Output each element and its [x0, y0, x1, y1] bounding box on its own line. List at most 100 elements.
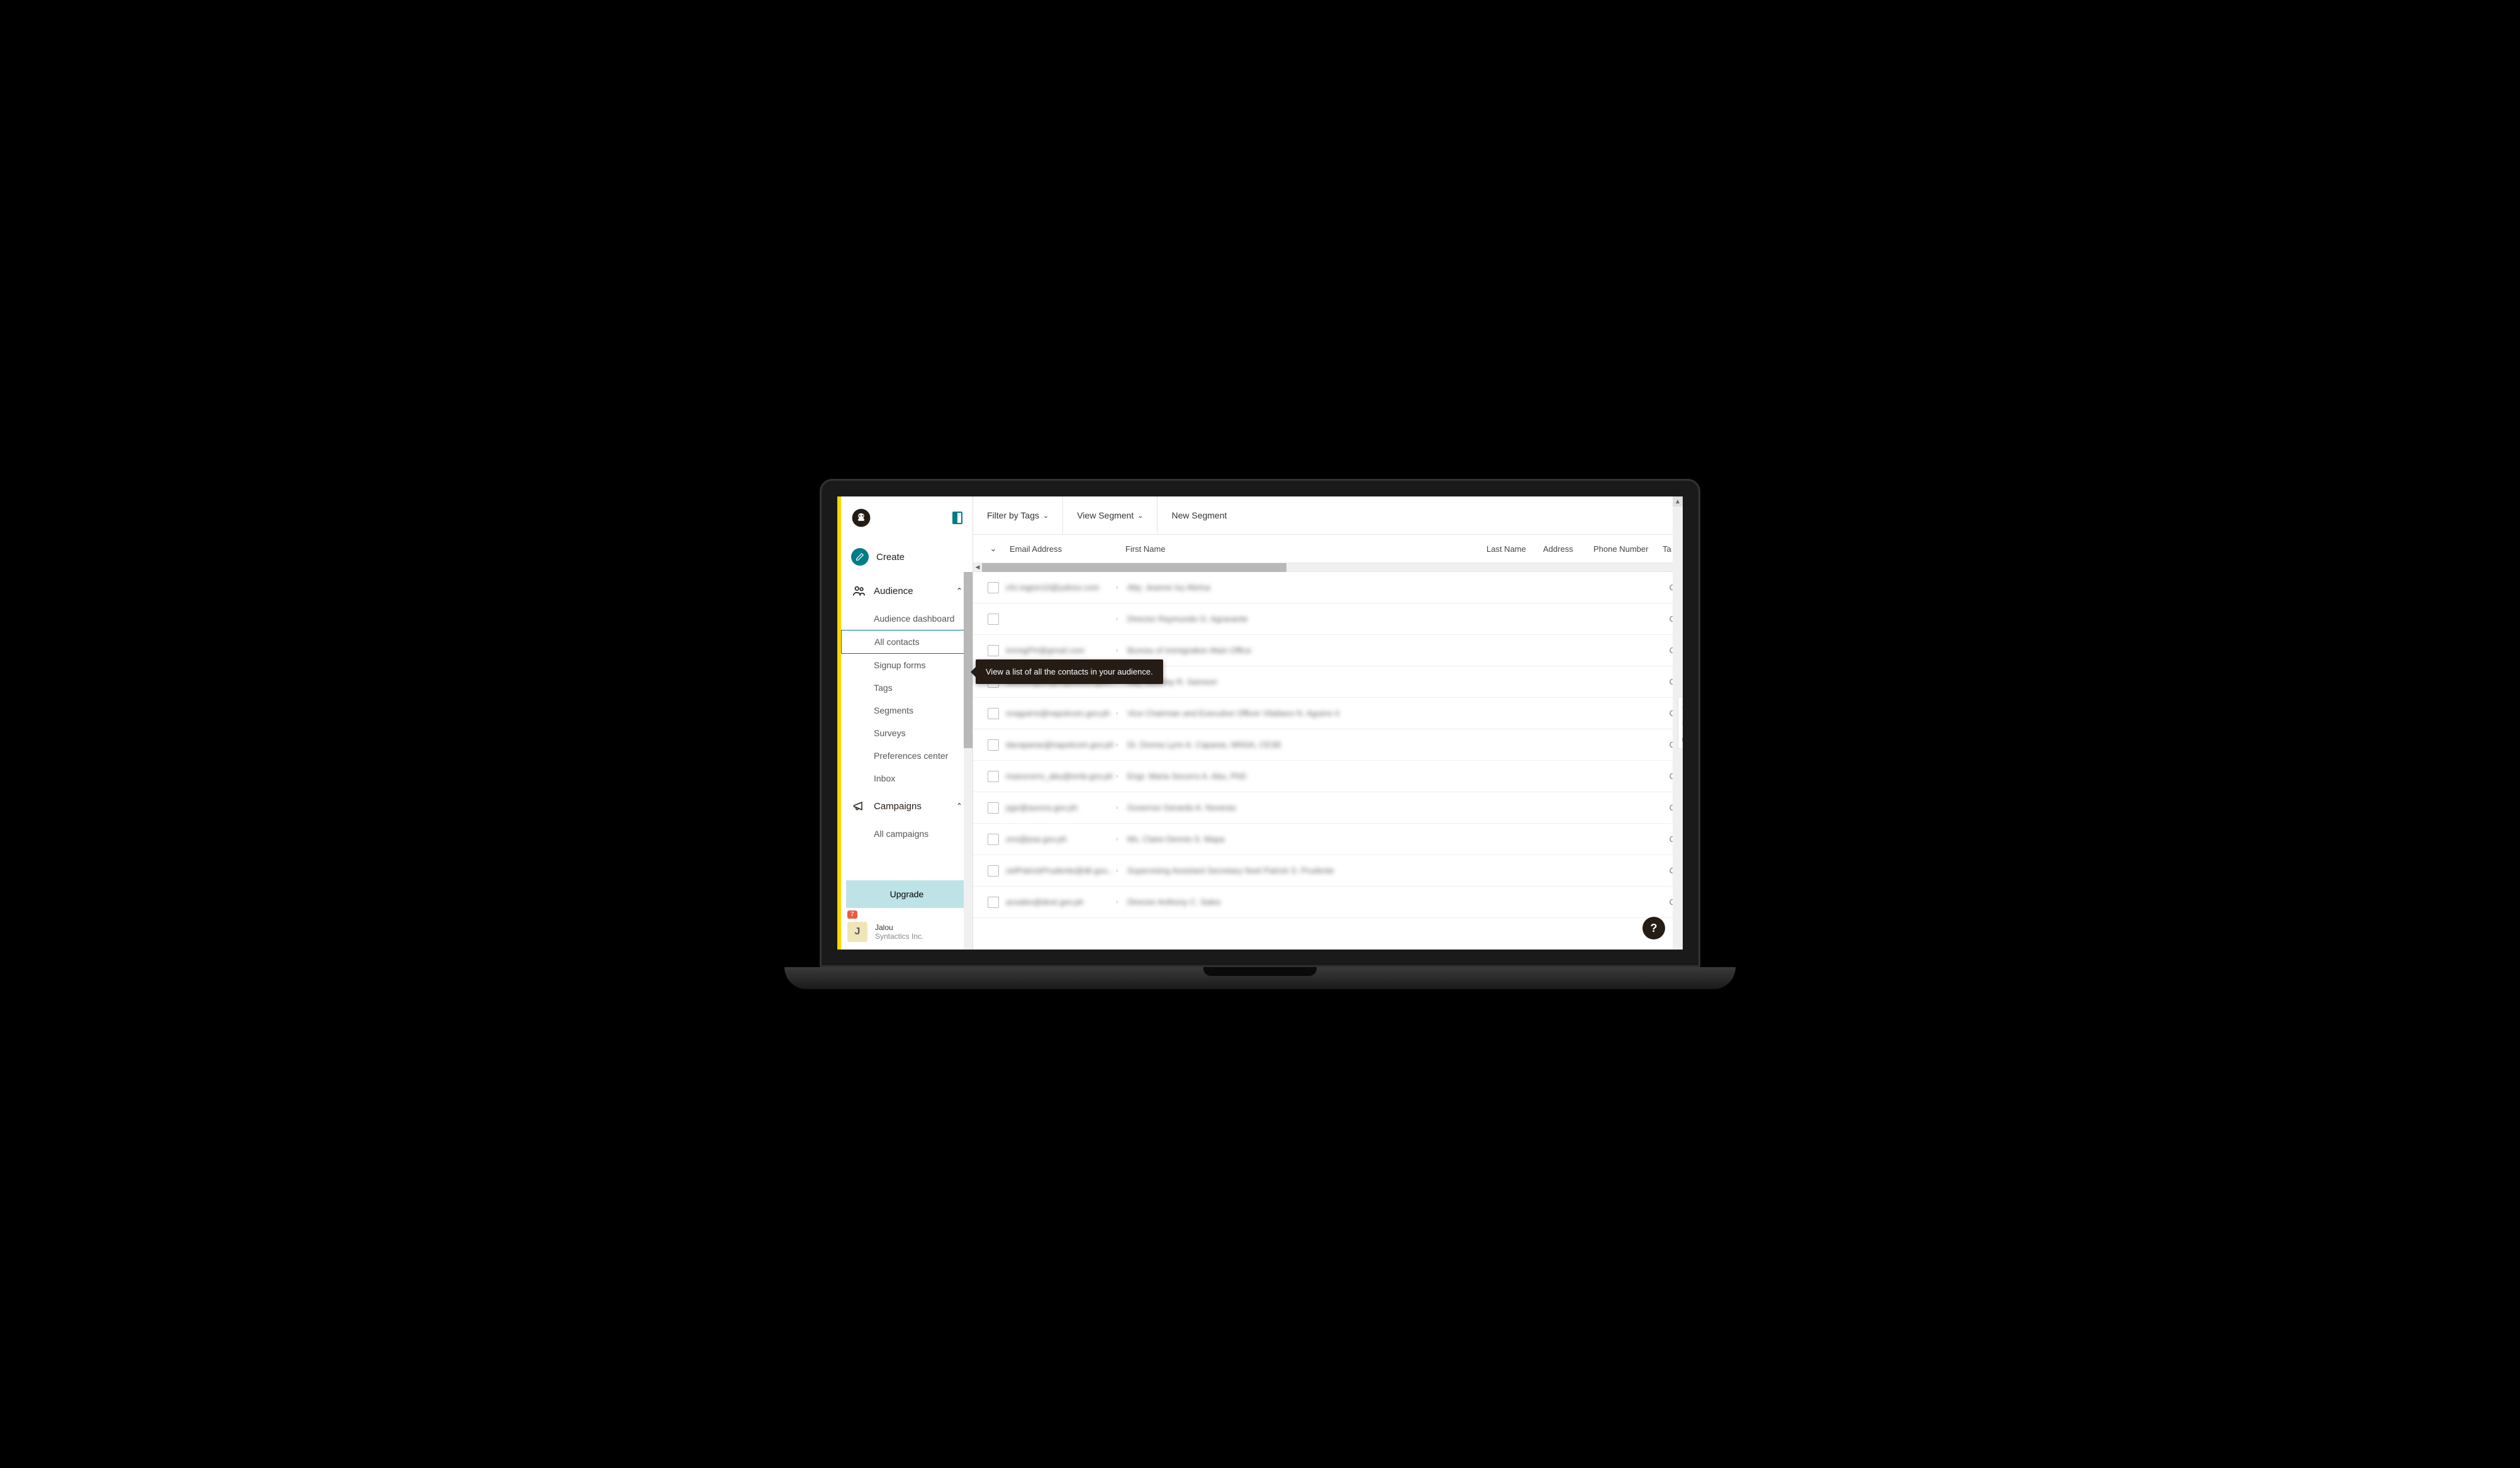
notification-badge: 7	[847, 910, 857, 919]
user-account-menu[interactable]: 7 J Jalou Syntactics Inc.	[841, 914, 973, 950]
chevron-right-icon[interactable]: ›	[1116, 584, 1127, 591]
cell-first-name: Vice Chairman and Executive Officer Vita…	[1127, 709, 1663, 718]
table-row[interactable]: pgo@aurora.gov.ph›Governor Gerardo A. No…	[973, 792, 1683, 824]
table-row[interactable]: ons@psa.gov.ph›Ms. Claire Dennis S. Mapa…	[973, 824, 1683, 855]
cell-email: ons@psa.gov.ph	[1006, 834, 1116, 844]
main-content: Filter by Tags ⌄ View Segment ⌄ New Segm…	[973, 496, 1683, 950]
row-checkbox[interactable]	[988, 834, 999, 845]
chevron-down-icon: ⌄	[1137, 512, 1143, 520]
column-email[interactable]: Email Address	[1006, 544, 1125, 554]
row-checkbox[interactable]	[988, 708, 999, 719]
table-row[interactable]: ›Director Raymundo G. AgravanteC	[973, 603, 1683, 635]
scroll-left-icon[interactable]: ◀	[973, 563, 982, 572]
cell-first-name: Bureau of Immigration Main Office	[1127, 646, 1663, 655]
contacts-table-body: chr.region10@yahoo.com›Atty. Jeanne Ivy …	[973, 572, 1683, 950]
chevron-right-icon[interactable]: ›	[1116, 867, 1127, 875]
sidebar-item-surveys[interactable]: Surveys	[841, 722, 973, 744]
sidebar-item-tags[interactable]: Tags	[841, 676, 973, 699]
audience-icon	[851, 583, 866, 598]
nav-campaigns-label: Campaigns	[874, 801, 922, 812]
view-segment-dropdown[interactable]: View Segment ⌄	[1063, 496, 1157, 534]
scroll-up-icon[interactable]: ▲	[1673, 496, 1683, 507]
cell-first-name: Engr. Maria Socorro A. Abu, PhD	[1127, 771, 1663, 781]
nav-audience[interactable]: Audience ⌃	[841, 574, 973, 607]
chevron-right-icon[interactable]: ›	[1116, 615, 1127, 623]
table-row[interactable]: chr.region10@yahoo.com›Atty. Jeanne Ivy …	[973, 572, 1683, 603]
filter-by-tags-dropdown[interactable]: Filter by Tags ⌄	[973, 496, 1063, 534]
nav-campaigns[interactable]: Campaigns ⌃	[841, 790, 973, 822]
sidebar-item-all-campaigns[interactable]: All campaigns	[841, 822, 973, 845]
tooltip-all-contacts: View a list of all the contacts in your …	[976, 659, 1163, 684]
cell-email: chr.region10@yahoo.com	[1006, 583, 1116, 592]
row-checkbox[interactable]	[988, 897, 999, 908]
cell-email: acsales@dost.gov.ph	[1006, 897, 1116, 907]
row-checkbox[interactable]	[988, 582, 999, 593]
chevron-right-icon[interactable]: ›	[1116, 647, 1127, 654]
sidebar-item-inbox[interactable]: Inbox	[841, 767, 973, 790]
cell-first-name: Dr. Donna Lynn A. Caparas, MNSA, CESE	[1127, 740, 1663, 749]
toolbar: Filter by Tags ⌄ View Segment ⌄ New Segm…	[973, 496, 1683, 535]
upgrade-button[interactable]: Upgrade	[846, 880, 967, 908]
cell-email: immigPH@gmail.com	[1006, 646, 1116, 655]
chevron-right-icon[interactable]: ›	[1116, 899, 1127, 906]
sidebar: Create Audience ⌃ Audience dashboard All…	[841, 496, 973, 950]
table-row[interactable]: acsales@dost.gov.ph›Director Anthony C. …	[973, 887, 1683, 918]
horizontal-scrollbar[interactable]: ◀ ▶	[973, 563, 1683, 572]
select-all-dropdown[interactable]: ⌄	[981, 544, 1006, 554]
chevron-down-icon: ⌄	[990, 544, 997, 554]
column-last-name[interactable]: Last Name	[1486, 544, 1543, 554]
cell-email: vnaguirre@napolcom.gov.ph	[1006, 709, 1116, 718]
help-button[interactable]: ?	[1642, 917, 1665, 939]
chevron-right-icon[interactable]: ›	[1116, 836, 1127, 843]
table-header: ⌄ Email Address First Name Last Name Add…	[973, 535, 1683, 563]
row-checkbox[interactable]	[988, 802, 999, 814]
cell-first-name: Atty. Jeanne Ivy Abrina	[1127, 583, 1663, 592]
table-row[interactable]: vnaguirre@napolcom.gov.ph›Vice Chairman …	[973, 698, 1683, 729]
cell-email: oelPatrickPrudente@dti.gov...	[1006, 866, 1116, 875]
table-row[interactable]: masocorro_abu@emb.gov.ph›Engr. Maria Soc…	[973, 761, 1683, 792]
cell-email: masocorro_abu@emb.gov.ph	[1006, 771, 1116, 781]
chevron-right-icon[interactable]: ›	[1116, 804, 1127, 812]
app-viewport: Create Audience ⌃ Audience dashboard All…	[837, 496, 1683, 950]
cell-email: dacaparas@napolcom.gov.ph	[1006, 740, 1116, 749]
sidebar-item-preferences-center[interactable]: Preferences center	[841, 744, 973, 767]
sidebar-item-segments[interactable]: Segments	[841, 699, 973, 722]
chevron-up-icon: ⌃	[956, 586, 962, 595]
chevron-up-icon: ⌃	[956, 802, 962, 810]
cell-first-name: Atty. Monday R. Samson	[1127, 677, 1663, 686]
chevron-down-icon: ⌄	[1043, 512, 1049, 520]
table-row[interactable]: oelPatrickPrudente@dti.gov...›Supervisin…	[973, 855, 1683, 887]
sidebar-item-all-contacts[interactable]: All contacts	[841, 630, 973, 654]
cell-first-name: Ms. Claire Dennis S. Mapa	[1127, 834, 1663, 844]
chevron-right-icon[interactable]: ›	[1116, 710, 1127, 717]
sidebar-scrollbar[interactable]	[964, 572, 973, 950]
nav-create-label: Create	[876, 552, 905, 563]
cell-first-name: Director Anthony C. Sales	[1127, 897, 1663, 907]
pencil-icon	[851, 548, 869, 566]
nav-create[interactable]: Create	[841, 539, 973, 574]
row-checkbox[interactable]	[988, 771, 999, 782]
row-checkbox[interactable]	[988, 645, 999, 656]
mailchimp-logo[interactable]	[851, 508, 871, 528]
cell-first-name: Governor Gerardo A. Noveras	[1127, 803, 1663, 812]
avatar: J	[847, 922, 867, 942]
row-checkbox[interactable]	[988, 739, 999, 751]
feedback-tab[interactable]: Feedback	[1678, 697, 1683, 749]
chevron-right-icon[interactable]: ›	[1116, 741, 1127, 749]
user-org: Syntactics Inc.	[875, 932, 923, 941]
sidebar-item-audience-dashboard[interactable]: Audience dashboard	[841, 607, 973, 630]
column-phone[interactable]: Phone Number	[1593, 544, 1663, 554]
collapse-sidebar-icon[interactable]	[952, 512, 962, 524]
cell-first-name: Director Raymundo G. Agravante	[1127, 614, 1663, 624]
table-row[interactable]: dacaparas@napolcom.gov.ph›Dr. Donna Lynn…	[973, 729, 1683, 761]
row-checkbox[interactable]	[988, 865, 999, 877]
sidebar-item-signup-forms[interactable]: Signup forms	[841, 654, 973, 676]
row-checkbox[interactable]	[988, 614, 999, 625]
cell-email: pgo@aurora.gov.ph	[1006, 803, 1116, 812]
chevron-right-icon[interactable]: ›	[1116, 773, 1127, 780]
new-segment-button[interactable]: New Segment	[1157, 496, 1240, 534]
megaphone-icon	[851, 798, 866, 814]
column-address[interactable]: Address	[1543, 544, 1593, 554]
column-first-name[interactable]: First Name	[1125, 544, 1486, 554]
user-name: Jalou	[875, 923, 923, 932]
